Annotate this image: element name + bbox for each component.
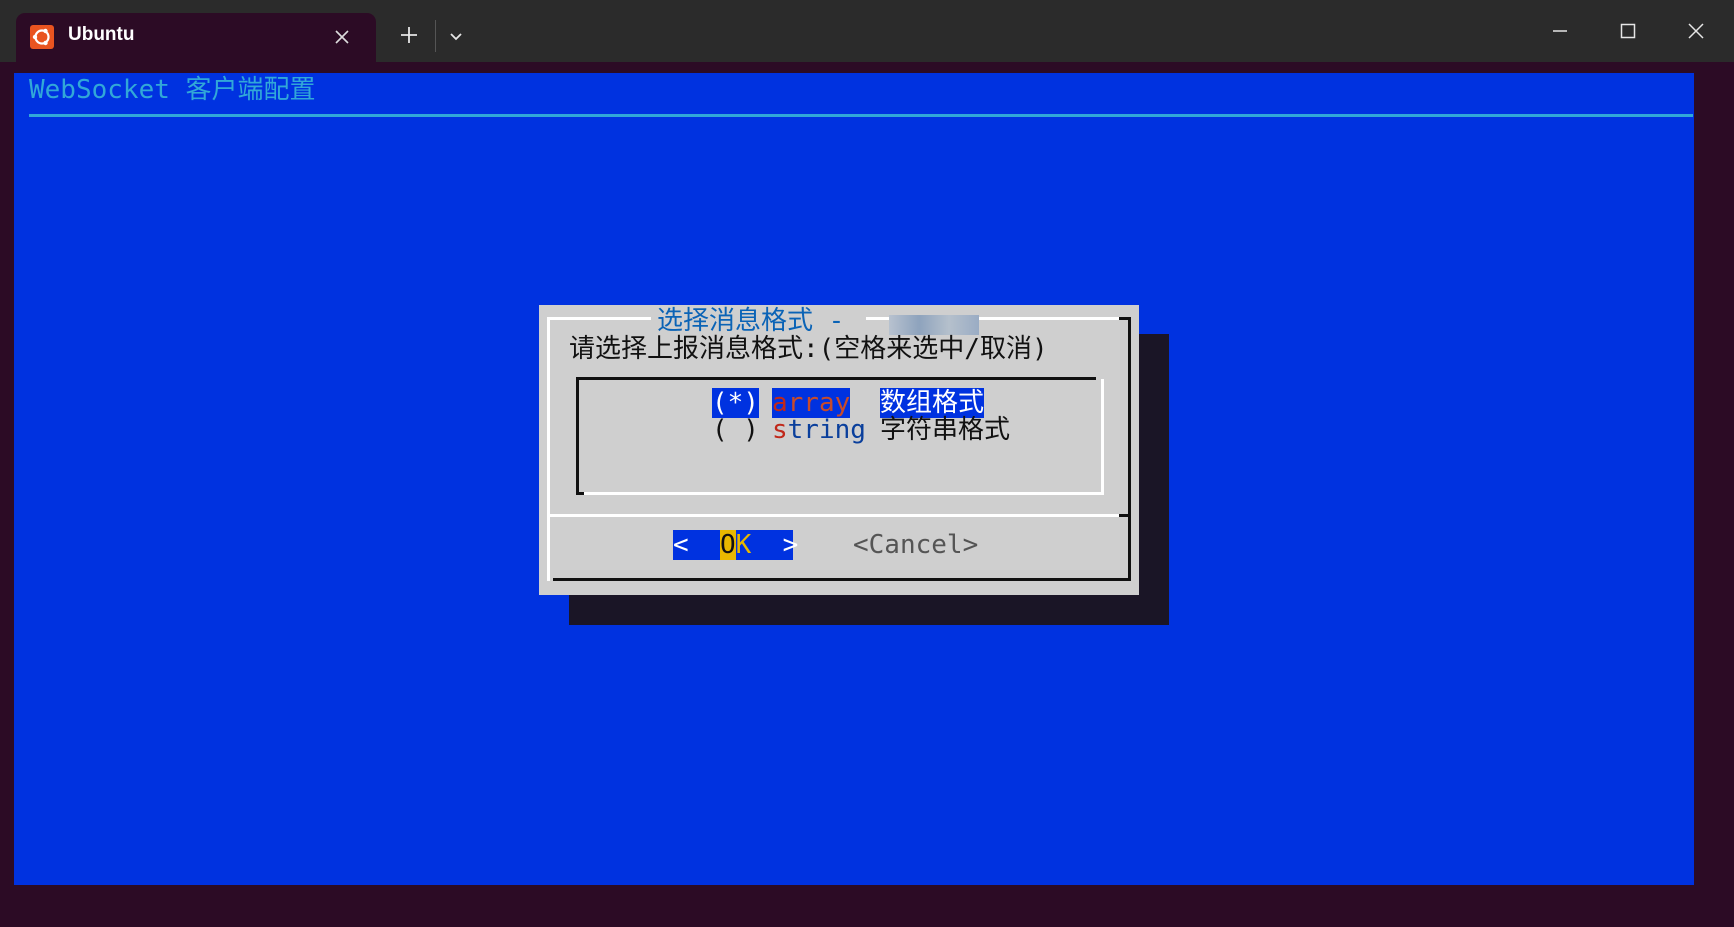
option-tag: array [772,388,851,418]
option-tag-rest: rray [787,388,851,418]
cancel-button[interactable]: <Cancel> [853,530,978,560]
list-border [576,492,584,495]
dialog-border [553,578,1131,581]
dialog-border [547,317,550,581]
option-tag: string [772,415,866,445]
close-tab-icon[interactable] [330,25,354,49]
ubuntu-logo-icon [30,25,54,49]
option-string[interactable]: ( ) string 字符串格式 [712,415,1010,445]
ok-label-rest: K [735,530,752,560]
radio-mark[interactable]: (*) [712,388,759,418]
dialog-border [1119,317,1131,320]
button-separator [547,514,1131,517]
option-tag-hotkey: s [772,415,788,445]
list-border [576,377,1096,380]
option-item: 字符串格式 [880,415,1011,445]
new-tab-plus-icon[interactable] [396,22,422,48]
option-array[interactable]: (*) array 数组格式 [712,388,985,418]
backtitle-underline [29,114,1693,117]
ok-left-bracket: < [673,530,720,560]
radiolist-dialog: 选择消息格式 - 请选择上报消息格式:(空格来选中/取消) (*) array … [539,305,1139,595]
ok-button[interactable]: < OK > [673,530,798,560]
button-separator [1119,514,1131,517]
redacted-text [889,315,979,335]
ok-right-bracket: > [751,530,799,560]
tab-separator [435,20,436,52]
list-border [1101,379,1104,495]
chevron-down-icon[interactable] [444,24,468,48]
tab-ubuntu[interactable]: Ubuntu [16,13,376,62]
minimize-icon[interactable] [1540,14,1580,48]
option-item: 数组格式 [880,388,985,418]
backtitle: WebSocket 客户端配置 [29,75,316,105]
options-list: (*) array 数组格式 ( ) string 字符串格式 [576,377,1104,495]
option-tag-hotkey: a [772,388,788,418]
tab-title: Ubuntu [68,24,135,45]
title-bar: Ubuntu [0,0,1734,62]
dialog-prompt: 请选择上报消息格式:(空格来选中/取消) [569,334,1048,364]
ok-hotkey: O [719,530,736,560]
option-tag-rest: tring [787,415,866,445]
terminal-area[interactable]: WebSocket 客户端配置 选择消息格式 - 请选择上报消息格式:(空格来选… [14,73,1694,885]
dialog-border [1128,317,1131,581]
terminal-window: Ubuntu WebSocket 客户端配置 选择消息格式 - 请选择上报消息格… [0,0,1734,927]
close-window-icon[interactable] [1676,14,1716,48]
radio-mark[interactable]: ( ) [712,415,759,445]
list-border [576,377,579,495]
maximize-icon[interactable] [1608,14,1648,48]
